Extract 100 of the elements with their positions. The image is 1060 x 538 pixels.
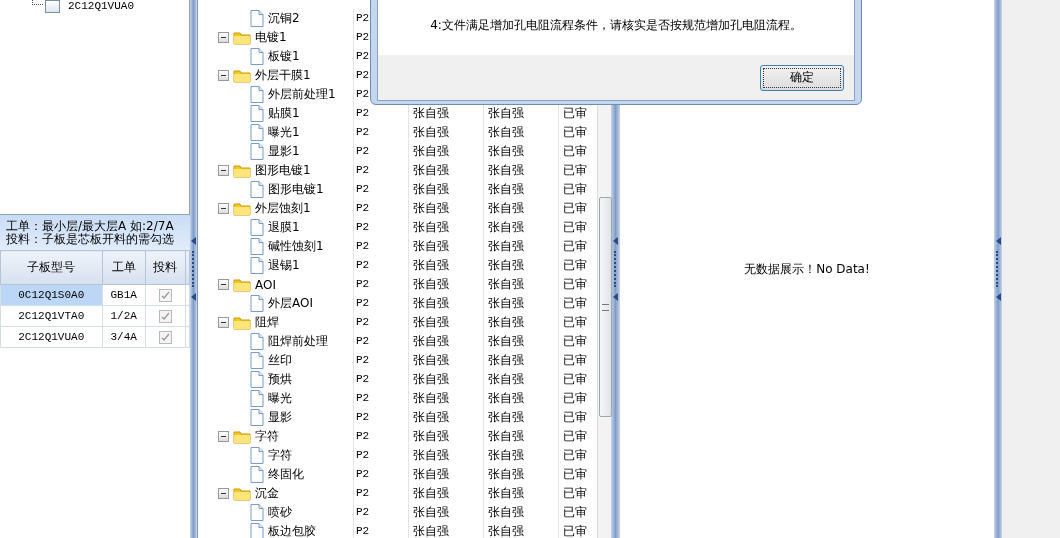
folder-icon	[233, 429, 251, 444]
table-cell: P2	[353, 370, 408, 389]
tree-item[interactable]: 图形电镀1	[268, 181, 324, 198]
table-cell: 张自强	[408, 237, 483, 256]
document-icon	[250, 504, 264, 521]
tree-item[interactable]: 外层蚀刻1	[255, 200, 311, 217]
table-cell: P2	[353, 218, 408, 237]
table-cell: P2	[353, 123, 408, 142]
table-cell: 张自强	[483, 180, 558, 199]
table-cell: 张自强	[483, 199, 558, 218]
table-cell[interactable]: 0C12Q1S0A0	[0, 284, 103, 306]
tree-item[interactable]: 喷砂	[268, 504, 292, 521]
tree-item[interactable]: 显影1	[268, 143, 300, 160]
tree-item[interactable]: 图形电镀1	[255, 162, 311, 179]
table-cell: P2	[353, 180, 408, 199]
tree-item[interactable]: 沉铜2	[268, 10, 300, 27]
scrollbar-thumb[interactable]	[599, 197, 612, 417]
tree-item[interactable]: 外层干膜1	[255, 67, 311, 84]
table-cell: P2	[353, 332, 408, 351]
tree-item[interactable]: 字符	[255, 428, 279, 445]
table-cell[interactable]: 2C12Q1VUA0	[0, 326, 103, 348]
table-cell: 张自强	[408, 351, 483, 370]
hint-text: 工单：最小层/最大层A 如:2/7A	[6, 220, 175, 233]
collapse-icon[interactable]	[218, 32, 229, 43]
checkbox[interactable]	[158, 289, 172, 302]
splitter-bar[interactable]	[190, 0, 197, 538]
table-cell: 张自强	[408, 161, 483, 180]
table-cell: 张自强	[408, 446, 483, 465]
table-cell: P2	[353, 351, 408, 370]
tree-item[interactable]: 阻焊前处理	[268, 333, 328, 350]
table-cell: 3/4A	[102, 326, 146, 348]
column-header[interactable]: 工单	[102, 250, 146, 285]
tree-item[interactable]: 阻焊	[255, 314, 279, 331]
tree-item[interactable]: 沉金	[255, 485, 279, 502]
table-cell: 张自强	[408, 275, 483, 294]
collapse-icon[interactable]	[218, 279, 229, 290]
table-cell: 张自强	[408, 123, 483, 142]
collapse-icon[interactable]	[218, 431, 229, 442]
table-cell: P2	[353, 294, 408, 313]
table-cell: 张自强	[408, 218, 483, 237]
tree-item[interactable]: 电镀1	[255, 29, 287, 46]
tree-item[interactable]: AOI	[255, 277, 276, 292]
table-cell[interactable]: 2C12Q1VTA0	[0, 305, 103, 327]
table-cell: 张自强	[483, 275, 558, 294]
document-icon	[250, 333, 264, 350]
collapse-icon[interactable]	[218, 317, 229, 328]
document-icon	[250, 371, 264, 388]
ok-button[interactable]: 确定	[760, 64, 844, 91]
column-header[interactable]: 子板型号	[0, 250, 103, 285]
document-icon	[250, 238, 264, 255]
tree-item[interactable]: 板边包胶	[268, 523, 316, 538]
tree-item[interactable]: 退锡1	[268, 257, 300, 274]
tree-item[interactable]: 显影	[268, 409, 292, 426]
document-icon	[250, 447, 264, 464]
document-icon	[250, 105, 264, 122]
tree-item[interactable]: 曝光	[268, 390, 292, 407]
tree-item[interactable]: 曝光1	[268, 124, 300, 141]
document-icon	[250, 352, 264, 369]
table-cell: 张自强	[408, 370, 483, 389]
tree-item[interactable]: 外层AOI	[268, 295, 313, 312]
table-cell: 张自强	[408, 484, 483, 503]
arrow-icon	[995, 237, 1001, 245]
table-cell: 1/2A	[102, 305, 146, 327]
table-cell: 张自强	[408, 408, 483, 427]
table-cell: 张自强	[408, 332, 483, 351]
collapse-icon[interactable]	[218, 488, 229, 499]
tree-item[interactable]: 退膜1	[268, 219, 300, 236]
arrow-icon	[613, 293, 618, 301]
tree-item[interactable]: 贴膜1	[268, 105, 300, 122]
tree-item[interactable]: 终固化	[268, 466, 304, 483]
checkbox[interactable]	[158, 331, 172, 344]
table-cell: 张自强	[408, 503, 483, 522]
table-cell: 张自强	[408, 142, 483, 161]
table-cell: P2	[353, 446, 408, 465]
tree-item[interactable]: 板镀1	[268, 48, 300, 65]
arrow-icon	[191, 237, 196, 245]
collapse-icon[interactable]	[218, 165, 229, 176]
tree-item[interactable]: 碱性蚀刻1	[268, 238, 324, 255]
tree-item[interactable]: 字符	[268, 447, 292, 464]
table-cell: 张自强	[408, 465, 483, 484]
table-cell: 张自强	[483, 256, 558, 275]
table-cell: 张自强	[483, 351, 558, 370]
document-icon	[250, 86, 264, 103]
table-cell: 张自强	[483, 389, 558, 408]
tree-item[interactable]: 丝印	[268, 352, 292, 369]
table-cell: P2	[353, 142, 408, 161]
tree-item[interactable]: 预烘	[268, 371, 292, 388]
collapse-icon[interactable]	[218, 70, 229, 81]
table-cell: GB1A	[102, 284, 146, 306]
document-icon	[250, 390, 264, 407]
checkbox[interactable]	[158, 310, 172, 323]
table-cell: 张自强	[408, 180, 483, 199]
column-header[interactable]: 投料	[145, 250, 186, 285]
collapse-icon[interactable]	[218, 203, 229, 214]
table-cell: 张自强	[408, 199, 483, 218]
table-cell: 张自强	[483, 142, 558, 161]
tree-item[interactable]: 外层前处理1	[268, 86, 336, 103]
tree-item[interactable]: 2C12Q1VUA0	[68, 0, 134, 12]
table-cell: P2	[353, 522, 408, 538]
table-cell: 张自强	[483, 332, 558, 351]
